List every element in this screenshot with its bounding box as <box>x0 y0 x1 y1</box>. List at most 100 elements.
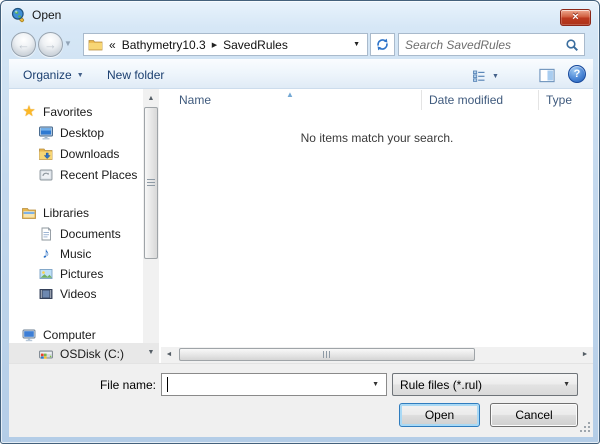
sidebar-item-label: Desktop <box>60 125 105 140</box>
sidebar-item-label: Documents <box>60 226 121 241</box>
chevron-down-icon: ▼ <box>492 72 499 80</box>
sidebar-section-label: Computer <box>43 327 96 342</box>
column-label: Date modified <box>429 93 504 107</box>
sidebar-item-label: Recent Places <box>60 167 138 182</box>
app-magnifier-globe-icon <box>11 7 27 23</box>
open-button-label: Open <box>424 408 455 422</box>
breadcrumb-item-savedrules[interactable]: SavedRules <box>221 38 290 52</box>
breadcrumb[interactable]: « Bathymetry10.3 ▶ SavedRules ▼ <box>83 33 368 56</box>
sidebar-item-downloads[interactable]: Downloads <box>38 144 119 163</box>
column-separator[interactable] <box>538 90 539 110</box>
forward-button[interactable]: → <box>38 32 63 57</box>
file-name-label: File name: <box>99 378 156 392</box>
search-box[interactable] <box>398 33 585 56</box>
new-folder-label: New folder <box>107 68 165 82</box>
resize-grip[interactable] <box>579 421 591 436</box>
music-note-icon: ♪ <box>42 244 50 262</box>
chevron-down-icon: ▼ <box>64 39 72 48</box>
chevron-down-icon[interactable]: ▼ <box>372 381 386 388</box>
star-icon: ★ <box>22 102 36 120</box>
video-film-icon <box>38 286 54 302</box>
sidebar-item-recent-places[interactable]: Recent Places <box>38 165 137 184</box>
sort-ascending-icon: ▲ <box>286 90 294 99</box>
text-caret <box>167 377 168 392</box>
breadcrumb-overflow-button[interactable]: « <box>109 38 116 52</box>
sidebar-item-label: Downloads <box>60 146 120 161</box>
sidebar-item-music[interactable]: ♪ Music <box>38 244 91 263</box>
download-folder-icon <box>38 146 54 162</box>
address-dropdown-icon[interactable]: ▼ <box>353 41 360 48</box>
scrollbar-grip <box>147 179 155 187</box>
help-icon: ? <box>573 68 581 80</box>
refresh-button[interactable] <box>370 33 395 56</box>
sidebar-item-label: Pictures <box>60 266 104 281</box>
title-bar[interactable]: Open × <box>1 1 599 29</box>
column-label: Name <box>179 93 212 107</box>
views-split-button[interactable]: ▼ <box>467 66 503 86</box>
scrollbar-grip <box>323 351 331 358</box>
computer-icon <box>21 327 37 343</box>
search-input[interactable] <box>399 35 564 54</box>
breadcrumb-item-bathymetry[interactable]: Bathymetry10.3 <box>120 38 208 52</box>
sidebar-section-label: Favorites <box>43 104 93 119</box>
search-icon <box>564 37 580 53</box>
recent-places-icon <box>38 167 54 183</box>
sidebar-section-libraries[interactable]: Libraries <box>21 203 89 222</box>
back-arrow-icon: ← <box>17 37 30 52</box>
scroll-right-icon[interactable]: ► <box>577 347 593 363</box>
sidebar-section-label: Libraries <box>43 205 90 220</box>
libraries-icon <box>21 205 37 221</box>
hard-drive-icon <box>38 346 54 362</box>
column-header-type[interactable]: Type <box>538 89 593 111</box>
sidebar-item-desktop[interactable]: Desktop <box>38 123 104 142</box>
file-type-select[interactable]: Rule files (*.rul) ▼ <box>392 373 578 396</box>
new-folder-button[interactable]: New folder <box>103 65 168 85</box>
forward-arrow-icon: → <box>44 37 57 52</box>
chevron-down-icon: ▼ <box>76 71 84 79</box>
open-button[interactable]: Open <box>399 403 480 427</box>
sidebar-item-videos[interactable]: Videos <box>38 284 96 303</box>
scroll-left-icon[interactable]: ◄ <box>161 347 177 363</box>
column-separator[interactable] <box>421 90 422 110</box>
file-name-input[interactable] <box>162 375 373 394</box>
command-toolbar <box>9 59 593 89</box>
scroll-down-icon[interactable]: ▼ <box>143 345 159 361</box>
filelist-scrollbar-thumb[interactable] <box>179 348 475 361</box>
file-name-combo[interactable]: ▼ <box>161 373 387 396</box>
views-list-icon <box>471 68 487 84</box>
scroll-up-icon[interactable]: ▲ <box>143 91 159 107</box>
sidebar-section-computer[interactable]: Computer <box>21 325 96 344</box>
organize-label: Organize <box>23 68 72 82</box>
sidebar-section-favorites[interactable]: ★ Favorites <box>21 102 92 121</box>
sidebar-item-documents[interactable]: Documents <box>38 224 121 243</box>
empty-results-message: No items match your search. <box>300 131 454 145</box>
help-button[interactable]: ? <box>568 65 586 83</box>
column-header-date-modified[interactable]: Date modified <box>421 89 538 111</box>
sidebar-scrollbar-thumb[interactable] <box>144 107 158 259</box>
breadcrumb-separator-icon[interactable]: ▶ <box>208 41 221 49</box>
back-button[interactable]: ← <box>11 32 36 57</box>
window-title: Open <box>32 8 62 22</box>
file-type-value: Rule files (*.rul) <box>400 377 483 392</box>
organize-menu-button[interactable]: Organize ▼ <box>19 65 88 85</box>
refresh-icon <box>375 37 391 53</box>
history-dropdown-button[interactable]: ▼ <box>64 39 72 48</box>
sidebar-item-label: OSDisk (C:) <box>60 346 124 361</box>
sidebar-item-osdisk[interactable]: OSDisk (C:) <box>38 344 124 363</box>
chevron-down-icon: ▼ <box>563 381 570 388</box>
preview-pane-button[interactable] <box>539 67 555 86</box>
open-dialog-window: Open × ← → ▼ « Bathymetry10.3 ▶ SavedRul… <box>0 0 600 444</box>
sidebar-item-label: Music <box>60 246 92 261</box>
sidebar-item-label: Videos <box>60 286 97 301</box>
sidebar-item-pictures[interactable]: Pictures <box>38 264 103 283</box>
picture-icon <box>38 266 54 282</box>
close-icon: × <box>572 11 579 23</box>
folder-icon <box>88 37 103 53</box>
close-button[interactable]: × <box>560 9 591 26</box>
preview-pane-icon <box>539 67 555 83</box>
desktop-monitor-icon <box>38 125 54 141</box>
cancel-button-label: Cancel <box>515 408 553 422</box>
cancel-button[interactable]: Cancel <box>490 403 578 427</box>
column-label: Type <box>546 93 573 107</box>
document-icon <box>38 226 54 242</box>
